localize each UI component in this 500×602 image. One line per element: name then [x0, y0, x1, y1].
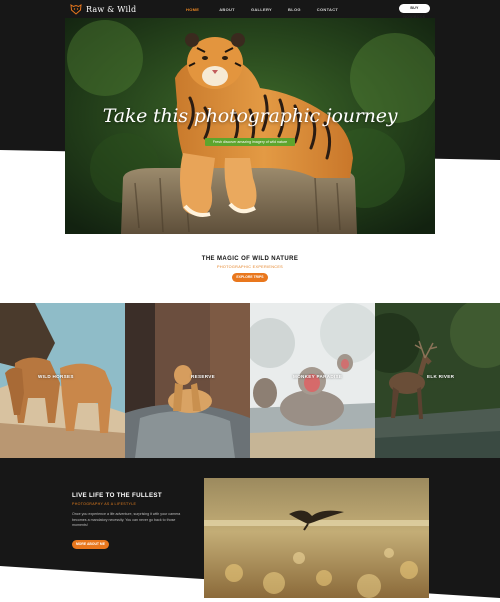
nav-item-about[interactable]: ABOUT [219, 7, 235, 12]
gallery-label-monkey-paradise: MONKEY PARADISE [293, 374, 343, 379]
bird-over-water-photo [204, 478, 429, 598]
lioness-photo [125, 303, 250, 458]
brand-name: Raw & Wild [86, 4, 137, 14]
top-navigation: Raw & Wild HOME ABOUT GALLERY BLOG CONTA… [0, 0, 500, 20]
elk-photo [375, 303, 500, 458]
nav-item-gallery[interactable]: GALLERY [251, 7, 272, 12]
gallery-tile-reserve[interactable]: RESERVE [125, 303, 250, 458]
lifestyle-title: LIVE LIFE TO THE FULLEST [72, 492, 162, 499]
gallery-tile-monkey-paradise[interactable]: MONKEY PARADISE [250, 303, 375, 458]
nav-item-blog[interactable]: BLOG [288, 7, 301, 12]
gallery-label-elk-river: ELK RIVER [427, 374, 455, 379]
lifestyle-subtitle: PHOTOGRAPHY AS A LIFESTYLE [72, 502, 137, 506]
more-about-me-button[interactable]: MORE ABOUT ME [72, 540, 109, 549]
book-now-button[interactable]: BUY NOW/BOOK [399, 4, 430, 19]
snow-monkey-photo [250, 303, 375, 458]
intro-subtitle: PHOTOGRAPHIC EXPERIENCES [217, 265, 283, 269]
tiger-head-icon [70, 4, 82, 15]
gallery-tile-elk-river[interactable]: ELK RIVER [375, 303, 500, 458]
explore-trips-button[interactable]: EXPLORE TRIPS [232, 273, 268, 282]
gallery-label-wild-horses: WILD HORSES [38, 374, 74, 379]
wild-horses-photo [0, 303, 125, 458]
gallery-tile-wild-horses[interactable]: WILD HORSES [0, 303, 125, 458]
gallery-grid: WILD HORSES RESERVE MONKEY PARADISE ELK … [0, 303, 500, 458]
nav-item-home[interactable]: HOME [186, 7, 199, 12]
hero-subtitle: Fresh discover amazing imagery of wild n… [205, 138, 295, 146]
brand-logo[interactable]: Raw & Wild [70, 3, 136, 15]
intro-title: THE MAGIC OF WILD NATURE [201, 256, 299, 262]
main-menu: HOME ABOUT GALLERY BLOG CONTACT [186, 7, 338, 12]
hero-title: Take this photographic journey [102, 105, 398, 127]
gallery-label-reserve: RESERVE [191, 374, 215, 379]
lifestyle-body: Once you experience a life adventure, su… [72, 512, 181, 527]
nav-item-contact[interactable]: CONTACT [317, 7, 338, 12]
